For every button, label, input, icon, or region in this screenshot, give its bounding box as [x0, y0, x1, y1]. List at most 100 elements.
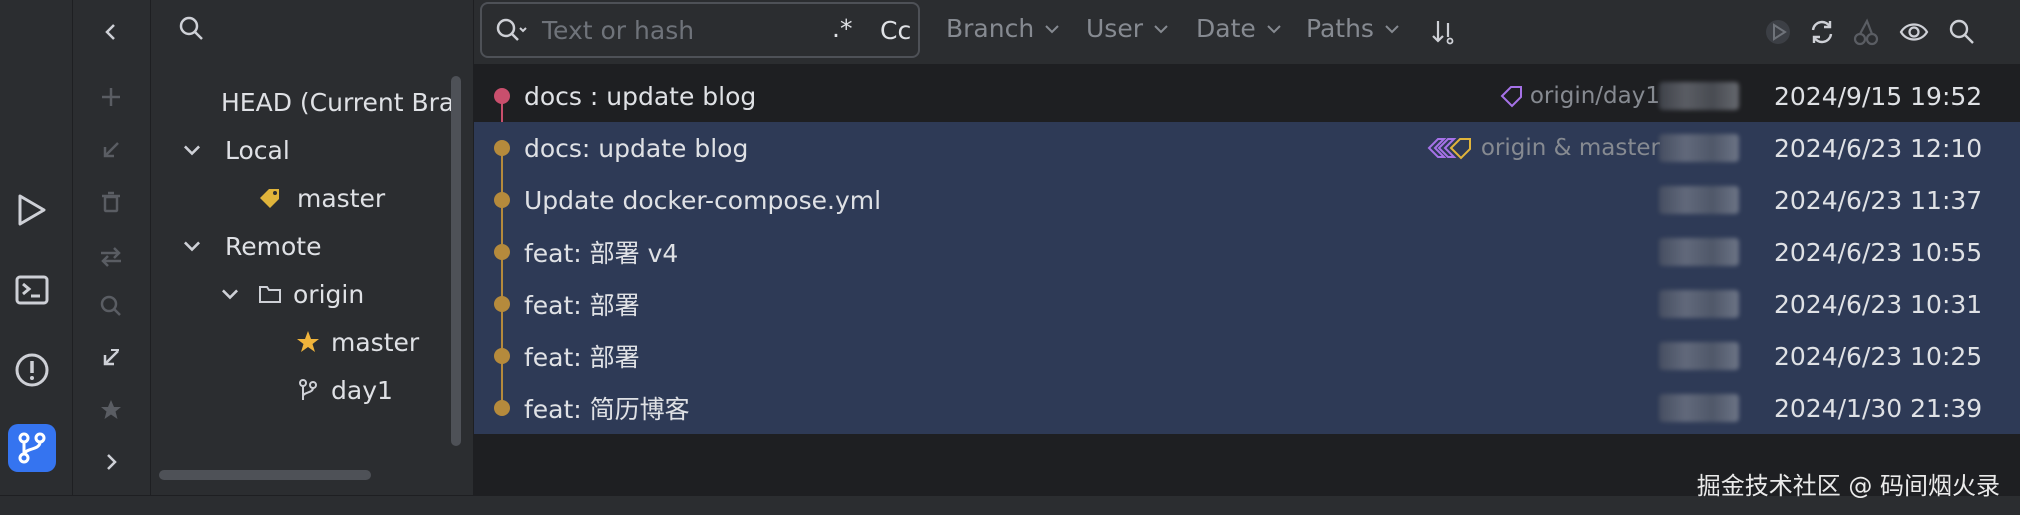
user-filter-label: User — [1086, 14, 1143, 43]
expand-icon[interactable] — [91, 442, 131, 482]
commit-author-blurred — [1659, 394, 1739, 422]
branch-toolbar — [73, 0, 151, 495]
commit-log: Text or hash .* Cc Branch User Date Path… — [474, 0, 2020, 495]
date-filter[interactable]: Date — [1196, 14, 1284, 43]
tag-icon — [1500, 86, 1522, 108]
branch-filter[interactable]: Branch — [946, 14, 1062, 43]
graph-line-master — [501, 148, 503, 410]
search-input[interactable]: Text or hash .* Cc — [480, 2, 920, 58]
commit-message: feat: 简历博客 — [524, 395, 690, 424]
eye-icon[interactable] — [1896, 14, 1932, 50]
match-case-toggle[interactable]: Cc — [880, 16, 911, 45]
tree-remote[interactable]: Remote — [179, 224, 321, 268]
tree-head[interactable]: HEAD (Current Bra — [221, 80, 461, 124]
commit-date: 2024/1/30 21:39 — [1774, 393, 1983, 423]
commit-date: 2024/6/23 12:10 — [1774, 133, 1983, 163]
filter-bar: Text or hash .* Cc Branch User Date Path… — [474, 0, 2020, 64]
tree-origin-day1[interactable]: day1 — [295, 368, 393, 412]
activity-bar — [0, 0, 73, 495]
add-icon[interactable] — [91, 77, 131, 117]
tree-origin[interactable]: origin — [217, 272, 364, 316]
multi-tag-icon — [1427, 138, 1471, 160]
date-filter-label: Date — [1196, 14, 1256, 43]
folder-icon — [259, 286, 281, 303]
cherry-pick-icon[interactable] — [1760, 14, 1796, 50]
search-history-icon[interactable] — [494, 16, 528, 46]
chevron-down-icon — [1045, 24, 1059, 33]
commit-row[interactable]: feat: 部署 2024/6/23 10:25 — [474, 330, 2020, 382]
commit-row[interactable]: docs: update blog origin & master 2024/6… — [474, 122, 2020, 174]
cherry-icon[interactable] — [1848, 14, 1884, 50]
commit-author-blurred — [1659, 82, 1739, 110]
commit-ref: origin & master — [1427, 135, 1660, 161]
commit-ref-label: origin & master — [1480, 135, 1660, 161]
commit-author-blurred — [1659, 186, 1739, 214]
collapse-panel-icon[interactable] — [91, 12, 131, 52]
commit-dot — [494, 88, 510, 104]
tree-origin-master[interactable]: master — [295, 320, 419, 364]
run-icon[interactable] — [8, 186, 56, 234]
commit-message: feat: 部署 v4 — [524, 239, 679, 268]
sort-icon[interactable] — [1426, 14, 1462, 50]
watermark: 掘金技术社区 @ 码间烟火录 — [1696, 472, 2000, 500]
branch-filter-label: Branch — [946, 14, 1035, 43]
fetch-icon[interactable] — [91, 338, 131, 378]
search-icon[interactable] — [91, 286, 131, 326]
commit-row[interactable]: docs : update blog origin/day1 2024/9/15… — [474, 70, 2020, 122]
tag-icon — [260, 189, 279, 208]
star-icon — [297, 331, 319, 352]
paths-filter[interactable]: Paths — [1306, 14, 1402, 43]
branch-icon — [299, 379, 317, 400]
tree-scrollbar-horizontal[interactable] — [159, 470, 371, 480]
commit-date: 2024/6/23 10:55 — [1774, 237, 1983, 267]
commit-date: 2024/6/23 10:25 — [1774, 341, 1983, 371]
branch-tree-panel: HEAD (Current Bra Local master Remote or… — [151, 0, 474, 495]
update-arrow-icon[interactable] — [91, 130, 131, 170]
favorite-star-icon[interactable] — [91, 390, 131, 430]
commit-date: 2024/9/15 19:52 — [1774, 81, 1983, 111]
commit-author-blurred — [1659, 290, 1739, 318]
commit-date: 2024/6/23 10:31 — [1774, 289, 1983, 319]
commit-row[interactable]: feat: 简历博客 2024/1/30 21:39 — [474, 382, 2020, 434]
tree-origin-day1-label: day1 — [331, 375, 393, 405]
tree-search-icon[interactable] — [177, 14, 207, 44]
regex-toggle[interactable]: .* — [832, 14, 852, 43]
tree-local-label: Local — [225, 135, 290, 165]
commit-date: 2024/6/23 11:37 — [1774, 185, 1983, 215]
terminal-icon[interactable] — [8, 266, 56, 314]
commit-author-blurred — [1659, 134, 1739, 162]
git-icon[interactable] — [8, 424, 56, 472]
chevron-down-icon[interactable] — [217, 281, 243, 307]
log-search-icon[interactable] — [1944, 14, 1980, 50]
commit-message: docs : update blog — [524, 81, 757, 111]
refresh-icon[interactable] — [1804, 14, 1840, 50]
commit-ref-label: origin/day1 — [1529, 83, 1660, 109]
commit-message: docs: update blog — [524, 133, 749, 163]
commit-message: feat: 部署 — [524, 291, 640, 320]
tree-origin-label: origin — [293, 279, 365, 309]
commit-author-blurred — [1659, 342, 1739, 370]
tree-head-label: HEAD (Current Bra — [221, 87, 455, 117]
delete-icon[interactable] — [91, 182, 131, 222]
commit-message: Update docker-compose.yml — [524, 185, 882, 215]
compare-icon[interactable] — [91, 236, 131, 276]
tree-local-master-label: master — [297, 183, 386, 213]
chevron-down-icon — [1385, 24, 1399, 33]
chevron-down-icon[interactable] — [179, 233, 205, 259]
tree-scrollbar-vertical[interactable] — [451, 76, 461, 446]
chevron-down-icon[interactable] — [179, 137, 205, 163]
tree-origin-master-label: master — [331, 327, 420, 357]
commit-row[interactable]: feat: 部署 2024/6/23 10:31 — [474, 278, 2020, 330]
user-filter[interactable]: User — [1086, 14, 1171, 43]
commit-row[interactable]: feat: 部署 v4 2024/6/23 10:55 — [474, 226, 2020, 278]
chevron-down-icon — [1267, 24, 1281, 33]
commit-author-blurred — [1659, 238, 1739, 266]
commit-ref: origin/day1 — [1500, 83, 1660, 109]
search-placeholder: Text or hash — [542, 16, 695, 45]
commit-row[interactable]: Update docker-compose.yml 2024/6/23 11:3… — [474, 174, 2020, 226]
commit-message: feat: 部署 — [524, 343, 640, 372]
chevron-down-icon — [1154, 24, 1168, 33]
tree-local-master[interactable]: master — [257, 176, 385, 220]
tree-local[interactable]: Local — [179, 128, 290, 172]
problems-icon[interactable] — [8, 346, 56, 394]
